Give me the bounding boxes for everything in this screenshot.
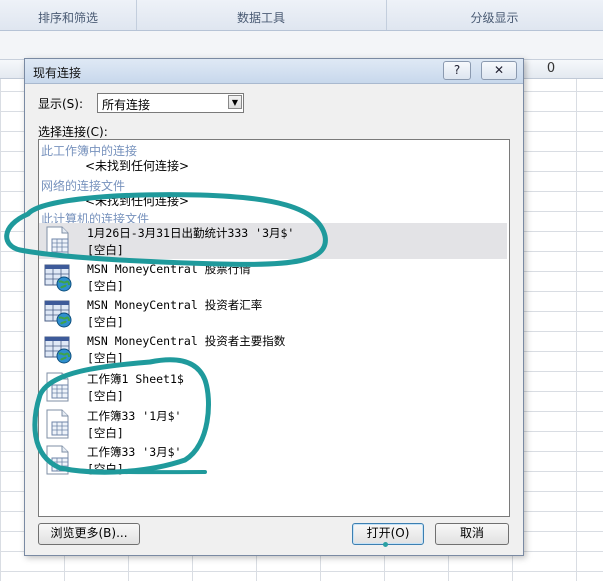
connection-name: MSN MoneyCentral 投资者汇率 (87, 298, 263, 312)
connection-item[interactable]: 工作簿33 '1月$' [空白] (39, 406, 507, 442)
connection-desc: [空白] (87, 389, 124, 403)
ribbon-group-data-tools[interactable]: 数据工具 (136, 0, 387, 30)
connection-desc: [空白] (87, 315, 124, 329)
connection-item[interactable]: 1月26日-3月31日出勤统计333 '3月$' [空白] (39, 223, 507, 259)
choose-connection-label: 选择连接(C): (38, 125, 108, 139)
column-header-label: 0 (546, 61, 556, 76)
ribbon-group-label: 排序和筛选 (37, 11, 98, 25)
dialog-titlebar[interactable]: 现有连接 ? ✕ (25, 59, 523, 84)
no-connection-text: <未找到任何连接> (85, 159, 190, 173)
connection-item[interactable]: MSN MoneyCentral 投资者主要指数 [空白] (39, 331, 507, 367)
connection-item[interactable]: 工作簿1 Sheet1$ [空白] (39, 369, 507, 405)
ribbon-group-label: 分级显示 (470, 11, 519, 25)
ribbon-group-label: 数据工具 (236, 11, 285, 25)
close-button[interactable]: ✕ (481, 61, 517, 80)
connection-name: MSN MoneyCentral 投资者主要指数 (87, 334, 286, 348)
connection-name: 工作簿33 '3月$' (87, 445, 182, 459)
ribbon-group-sort-filter[interactable]: 排序和筛选 (0, 0, 137, 30)
connection-desc: [空白] (87, 462, 124, 476)
connection-desc: [空白] (87, 279, 124, 293)
connection-item[interactable]: 工作簿33 '3月$' [空白] (39, 442, 507, 478)
open-button[interactable]: 打开(O) (352, 523, 424, 545)
existing-connections-dialog: 现有连接 ? ✕ 显示(S): 所有连接 ▼ 选择连接(C): 此工作簿中的连接… (24, 58, 524, 556)
connection-desc: [空白] (87, 243, 124, 257)
connection-name: 1月26日-3月31日出勤统计333 '3月$' (87, 226, 295, 240)
dialog-title: 现有连接 (33, 66, 82, 80)
connection-desc: [空白] (87, 351, 124, 365)
connection-item[interactable]: MSN MoneyCentral 股票行情 [空白] (39, 259, 507, 295)
annotation-dot (383, 542, 388, 547)
web-query-icon (44, 336, 72, 364)
no-connection-text: <未找到任何连接> (85, 194, 190, 208)
help-button[interactable]: ? (443, 61, 471, 80)
table-file-icon (46, 372, 69, 402)
web-query-icon (44, 264, 72, 292)
show-dropdown-value: 所有连接 (102, 98, 151, 112)
formula-bar-area (0, 31, 603, 60)
table-file-icon (46, 445, 69, 475)
show-label: 显示(S): (38, 97, 84, 111)
cancel-button[interactable]: 取消 (435, 523, 509, 545)
connection-item[interactable]: MSN MoneyCentral 投资者汇率 [空白] (39, 295, 507, 331)
connection-name: MSN MoneyCentral 股票行情 (87, 262, 251, 276)
connection-desc: [空白] (87, 426, 124, 440)
browse-more-button[interactable]: 浏览更多(B)... (38, 523, 140, 545)
ribbon: 排序和筛选 数据工具 分级显示 (0, 0, 603, 31)
connection-name: 工作簿1 Sheet1$ (87, 372, 184, 386)
web-query-icon (44, 300, 72, 328)
table-file-icon (46, 409, 69, 439)
table-file-icon (46, 226, 69, 256)
ribbon-group-outline[interactable]: 分级显示 (386, 0, 603, 30)
connections-list[interactable]: 此工作簿中的连接 <未找到任何连接> 网络的连接文件 <未找到任何连接> 此计算… (38, 139, 510, 517)
show-dropdown[interactable]: 所有连接 ▼ (97, 93, 244, 113)
connection-name: 工作簿33 '1月$' (87, 409, 182, 423)
chevron-down-icon[interactable]: ▼ (228, 95, 242, 109)
